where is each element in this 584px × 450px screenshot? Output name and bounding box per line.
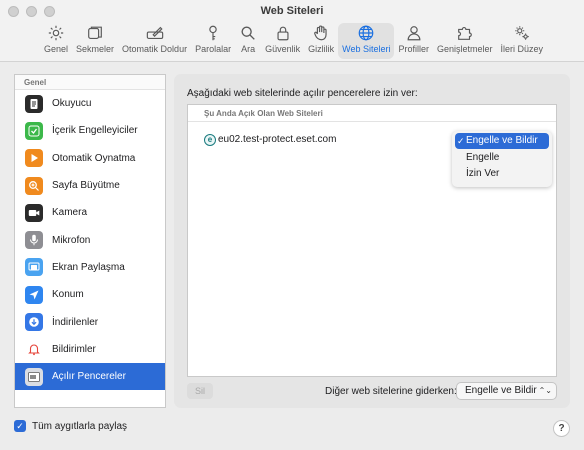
other-sites-value: Engelle ve Bildir — [465, 385, 537, 396]
sidebar-item-location[interactable]: Konum — [15, 281, 165, 308]
checkmark-icon: ✓ — [457, 136, 465, 146]
tab-privacy[interactable]: Gizlilik — [304, 23, 338, 59]
other-sites-popup[interactable]: Engelle ve Bildir ⌃⌄ — [456, 382, 557, 400]
remove-button[interactable]: Sil — [187, 383, 213, 399]
tabs-icon — [88, 26, 102, 39]
sidebar-item-label: Ekran Paylaşma — [52, 261, 125, 273]
magnifier-icon — [241, 26, 255, 40]
dropdown-option-block-and-notify[interactable]: ✓ Engelle ve Bildir — [455, 133, 549, 149]
site-name: eu02.test-protect.eset.com — [218, 134, 337, 145]
hand-icon — [314, 25, 327, 41]
window-title: Web Siteleri — [260, 5, 324, 17]
other-sites-label: Diğer web sitelerine giderken: — [325, 386, 457, 397]
sidebar-item-label: Kamera — [52, 207, 88, 219]
tab-advanced[interactable]: İleri Düzey — [497, 23, 548, 59]
sidebar-item-microphone[interactable]: Mikrofon — [15, 226, 165, 253]
sidebar-item-popup-windows[interactable]: Açılır Pencereler — [15, 362, 165, 391]
sidebar-item-notifications[interactable]: Bildirimler — [15, 336, 165, 363]
autofill-pen-icon — [146, 26, 163, 39]
tab-label: Ara — [241, 44, 256, 54]
tab-extensions[interactable]: Genişletmeler — [433, 23, 497, 59]
sidebar-item-label: Sayfa Büyütme — [52, 180, 120, 192]
policy-dropdown-menu[interactable]: ✓ Engelle ve Bildir Engelle İzin Ver — [452, 131, 552, 187]
tab-label: İleri Düzey — [500, 44, 544, 54]
table-row[interactable]: e eu02.test-protect.eset.com ✓ Engelle ve… — [188, 131, 556, 187]
sidebar-item-label: İçerik Engelleyiciler — [52, 125, 138, 137]
sidebar-item-autoplay[interactable]: Otomatik Oynatma — [15, 145, 165, 172]
title-bar: Web Siteleri Genel Sekmeler Otomatik Dol… — [0, 0, 584, 62]
location-arrow-icon — [25, 285, 43, 304]
sidebar-item-label: Mikrofon — [52, 234, 91, 246]
key-icon — [209, 25, 217, 41]
settings-panel: Aşağıdaki web sitelerinde açılır pencere… — [174, 74, 570, 408]
tab-autofill[interactable]: Otomatik Doldur — [118, 23, 191, 59]
panel-title: Aşağıdaki web sitelerinde açılır pencere… — [187, 88, 418, 99]
sidebar-item-page-zoom[interactable]: Sayfa Büyütme — [15, 172, 165, 199]
sidebar-item-label: Açılır Pencereler — [52, 371, 126, 383]
table-header: Şu Anda Açık Olan Web Siteleri — [188, 105, 556, 122]
sidebar-item-content-blockers[interactable]: İçerik Engelleyiciler — [15, 117, 165, 144]
person-icon — [407, 26, 421, 41]
preferences-window: Web Siteleri Genel Sekmeler Otomatik Dol… — [0, 0, 584, 450]
camera-icon — [25, 203, 43, 222]
screen-share-icon — [25, 258, 43, 277]
tab-security[interactable]: Güvenlik — [261, 23, 304, 59]
bell-icon — [25, 340, 43, 359]
sidebar: Genel Okuyucu İçerik Engelleyiciler Otom… — [14, 74, 166, 408]
sidebar-item-downloads[interactable]: İndirilenler — [15, 308, 165, 335]
tab-label: Güvenlik — [265, 44, 301, 54]
tab-general[interactable]: Genel — [40, 23, 72, 59]
help-button[interactable]: ? — [553, 420, 570, 437]
sidebar-item-screen-sharing[interactable]: Ekran Paylaşma — [15, 254, 165, 281]
tab-label: Genel — [44, 44, 69, 54]
tab-profiles[interactable]: Profiller — [394, 23, 433, 59]
tab-tabs[interactable]: Sekmeler — [72, 23, 118, 59]
share-checkbox[interactable]: ✓ — [14, 420, 26, 432]
preferences-toolbar: Genel Sekmeler Otomatik Doldur Parolalar… — [40, 23, 547, 59]
tab-label: Genişletmeler — [437, 44, 493, 54]
lock-icon — [277, 26, 289, 41]
tab-label: Profiller — [398, 44, 429, 54]
share-across-devices[interactable]: ✓ Tüm aygıtlarla paylaş — [14, 420, 127, 432]
download-icon — [25, 313, 43, 332]
tab-label: Gizlilik — [308, 44, 335, 54]
zoom-icon — [25, 176, 43, 195]
gears-icon — [515, 26, 529, 40]
tab-websites[interactable]: Web Siteleri — [338, 23, 395, 59]
popup-window-icon — [25, 367, 43, 386]
sidebar-item-label: Konum — [52, 289, 84, 301]
tab-search[interactable]: Ara — [235, 23, 261, 59]
dropdown-option-block[interactable]: Engelle — [452, 150, 552, 166]
puzzle-icon — [457, 27, 472, 40]
sidebar-item-reader[interactable]: Okuyucu — [15, 90, 165, 117]
sidebar-item-label: Bildirimler — [52, 343, 96, 355]
reader-icon — [25, 94, 43, 113]
site-favicon-icon: e — [204, 134, 216, 146]
sidebar-item-label: Otomatik Oynatma — [52, 152, 136, 164]
sidebar-section-header: Genel — [15, 75, 165, 90]
option-label: Engelle ve Bildir — [466, 135, 538, 146]
sidebar-item-label: İndirilenler — [52, 316, 99, 328]
share-label: Tüm aygıtlarla paylaş — [32, 420, 128, 432]
checkmark-shield-icon — [25, 121, 43, 140]
websites-table: Şu Anda Açık Olan Web Siteleri e eu02.te… — [187, 104, 557, 377]
microphone-icon — [25, 231, 43, 250]
play-icon — [25, 149, 43, 168]
tab-label: Sekmeler — [76, 44, 115, 54]
sidebar-item-camera[interactable]: Kamera — [15, 199, 165, 226]
tab-label: Otomatik Doldur — [122, 44, 188, 54]
chevron-up-down-icon: ⌃⌄ — [538, 386, 552, 395]
globe-icon — [358, 25, 374, 41]
tab-passwords[interactable]: Parolalar — [191, 23, 235, 59]
sidebar-item-label: Okuyucu — [52, 98, 92, 110]
tab-label: Parolalar — [195, 44, 232, 54]
tab-label: Web Siteleri — [342, 44, 391, 54]
dropdown-option-allow[interactable]: İzin Ver — [452, 166, 552, 182]
gear-icon — [48, 25, 64, 41]
